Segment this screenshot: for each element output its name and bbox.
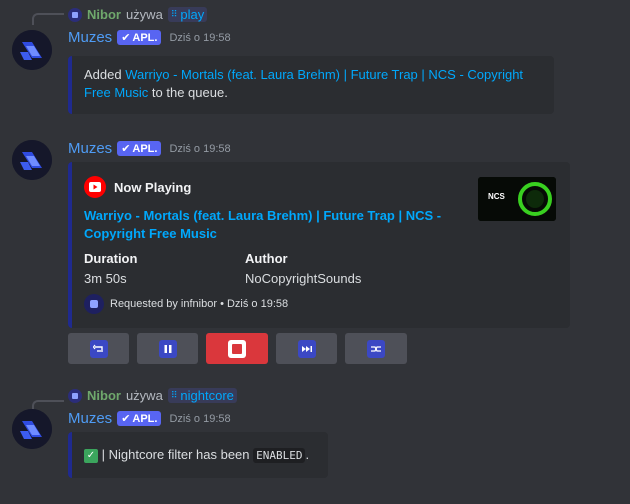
pause-icon [158, 339, 177, 358]
shuffle-button[interactable] [345, 333, 407, 364]
bot-avatar[interactable] [12, 30, 52, 70]
now-playing-song-link[interactable]: Warriyo - Mortals (feat. Laura Brehm) | … [84, 207, 464, 243]
nightcore-embed: ✓ | Nightcore filter has been ENABLED. [68, 432, 328, 478]
enabled-code: ENABLED [253, 448, 306, 463]
now-playing-label: Now Playing [114, 179, 192, 195]
user-mini-avatar [68, 7, 82, 22]
slash-command-icon: ⠿ [170, 9, 178, 19]
queue-embed-text: Added Warriyo - Mortals (feat. Laura Bre… [84, 67, 524, 100]
nightcore-embed-text: ✓ | Nightcore filter has been ENABLED. [84, 446, 309, 465]
command-name: nightcore [180, 388, 234, 403]
shuffle-icon [367, 339, 385, 358]
stop-button[interactable] [206, 333, 268, 364]
user-mini-avatar [68, 388, 82, 403]
embed-author: Now Playing [84, 176, 191, 198]
footer-text: Requested by infnibor • Dziś o 19:58 [110, 298, 289, 310]
video-thumbnail[interactable]: NCS [478, 177, 556, 221]
now-playing-embed: Now Playing Warriyo - Mortals (feat. Lau… [68, 162, 570, 328]
command-chip[interactable]: ⠿ play [167, 7, 208, 22]
reply-verb: używa [125, 388, 163, 403]
reply-verb: używa [125, 7, 163, 22]
skip-icon [297, 339, 316, 358]
message-header: Muzes ✔ APL. Dziś o 19:58 [68, 410, 231, 427]
message-header: Muzes ✔ APL. Dziś o 19:58 [68, 140, 231, 157]
command-name: play [180, 7, 205, 22]
app-badge: ✔ APL. [117, 30, 162, 45]
message-timestamp: Dziś o 19:58 [169, 142, 231, 155]
bot-avatar[interactable] [12, 140, 52, 180]
bot-username[interactable]: Muzes [68, 140, 112, 157]
reply-context[interactable]: Nibor używa ⠿ nightcore [68, 388, 237, 403]
reply-context[interactable]: Nibor używa ⠿ play [68, 7, 208, 22]
youtube-icon [84, 176, 106, 198]
message-timestamp: Dziś o 19:58 [169, 412, 231, 425]
reply-username[interactable]: Nibor [87, 388, 121, 403]
check-mark-icon: ✓ [84, 448, 98, 463]
author-value: NoCopyrightSounds [245, 271, 362, 286]
command-chip[interactable]: ⠿ nightcore [167, 388, 237, 403]
verified-check-icon: ✔ [121, 32, 131, 44]
message-header: Muzes ✔ APL. Dziś o 19:58 [68, 29, 231, 46]
stop-icon [228, 339, 246, 358]
bot-avatar[interactable] [12, 409, 52, 449]
thumbnail-label: NCS [488, 192, 505, 201]
reply-connector [32, 13, 64, 25]
loop-icon [89, 339, 108, 358]
bot-username[interactable]: Muzes [68, 29, 112, 46]
requester-avatar [84, 294, 104, 314]
verified-check-icon: ✔ [121, 143, 131, 155]
embed-footer: Requested by infnibor • Dziś o 19:58 [84, 294, 288, 314]
pause-button[interactable] [137, 333, 198, 364]
app-badge: ✔ APL. [117, 141, 162, 156]
bot-username[interactable]: Muzes [68, 410, 112, 427]
verified-check-icon: ✔ [121, 413, 131, 425]
app-badge: ✔ APL. [117, 411, 162, 426]
reply-username[interactable]: Nibor [87, 7, 121, 22]
slash-command-icon: ⠿ [170, 390, 178, 400]
duration-value: 3m 50s [84, 271, 127, 286]
queue-embed: Added Warriyo - Mortals (feat. Laura Bre… [68, 56, 554, 114]
author-label: Author [245, 251, 288, 266]
message-timestamp: Dziś o 19:58 [169, 31, 231, 44]
skip-button[interactable] [276, 333, 337, 364]
loop-button[interactable] [68, 333, 129, 364]
duration-label: Duration [84, 251, 138, 266]
